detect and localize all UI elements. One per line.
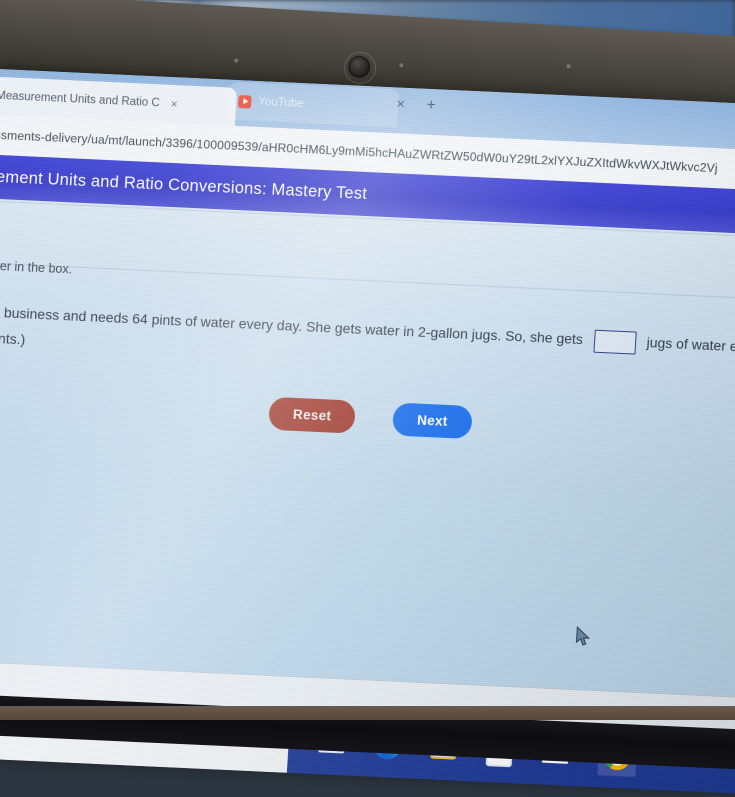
laptop-screen: × Measurement Units and Ratio C × YouTub… (0, 62, 735, 797)
question-text-before: Beth runs a catering business and needs … (0, 298, 584, 348)
desk-surface (0, 706, 735, 720)
question-instruction: Type the correct answer in the box. (0, 253, 73, 277)
browser-tab-youtube[interactable]: YouTube (227, 81, 400, 128)
browser-tab-title: Measurement Units and Ratio C (0, 89, 161, 110)
action-buttons: Reset Next (268, 396, 473, 440)
browser-tab-title: YouTube (257, 95, 304, 110)
next-button[interactable]: Next (392, 402, 473, 440)
reset-button[interactable]: Reset (268, 396, 357, 434)
mouse-cursor (575, 626, 591, 646)
youtube-icon (237, 94, 252, 109)
tab-close-icon[interactable]: × (170, 97, 178, 111)
tab-close-icon-2[interactable]: × (396, 95, 405, 111)
new-tab-button[interactable]: + (426, 97, 436, 115)
answer-input[interactable] (593, 329, 637, 355)
question-text: Beth runs a catering business and needs … (0, 293, 735, 388)
page-title: Measurement Units and Ratio Conversions:… (0, 164, 368, 203)
